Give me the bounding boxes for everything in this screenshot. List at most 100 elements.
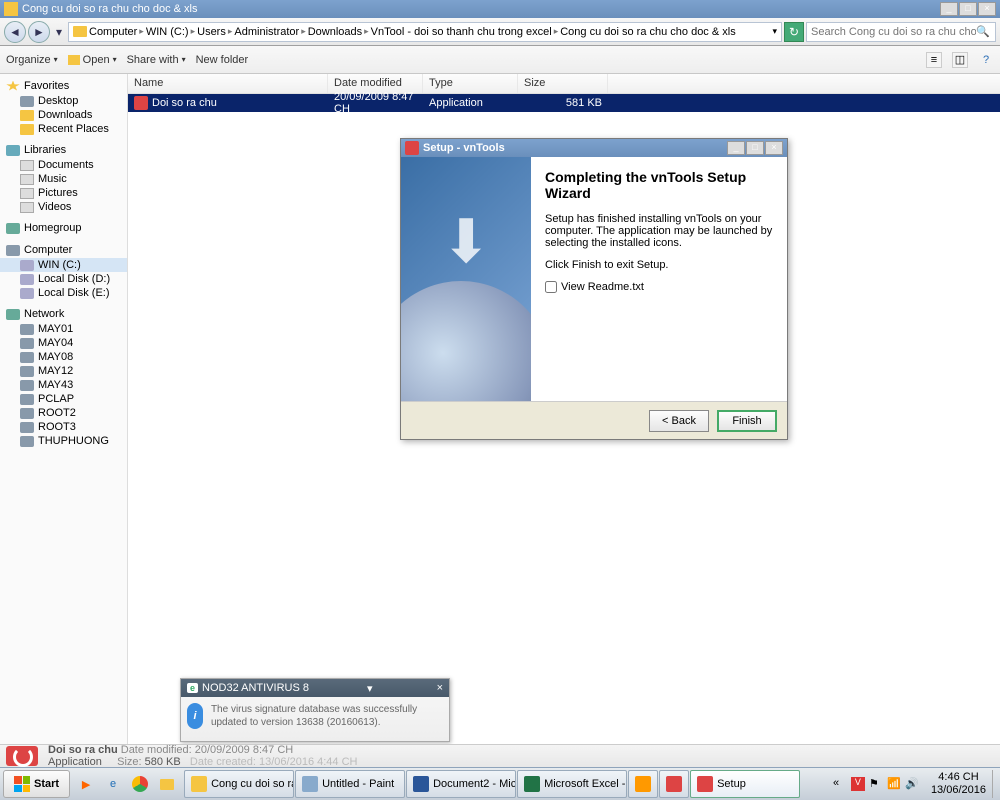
file-large-icon — [6, 746, 38, 766]
sidebar-item-recent[interactable]: Recent Places — [0, 122, 127, 136]
toast-message: The virus signature database was success… — [211, 703, 443, 729]
ql-ie-icon[interactable]: e — [100, 770, 126, 798]
sidebar-item-may12[interactable]: MAY12 — [0, 364, 127, 378]
sidebar-item-videos[interactable]: Videos — [0, 200, 127, 214]
sidebar-item-documents[interactable]: Documents — [0, 158, 127, 172]
close-button[interactable]: × — [978, 2, 996, 16]
sidebar-item-root3[interactable]: ROOT3 — [0, 420, 127, 434]
taskbar-task[interactable]: Setup — [690, 770, 800, 798]
sidebar-item-thuphuong[interactable]: THUPHUONG — [0, 434, 127, 448]
sidebar-item-downloads[interactable]: Downloads — [0, 108, 127, 122]
view-options-button[interactable]: ≡ — [926, 52, 942, 68]
taskbar-task[interactable]: Cong cu doi so ra c... — [184, 770, 294, 798]
sidebar-item-may43[interactable]: MAY43 — [0, 378, 127, 392]
new-folder-button[interactable]: New folder — [196, 54, 249, 66]
dialog-close-button[interactable]: × — [765, 141, 783, 155]
open-button[interactable]: Open▾ — [68, 54, 117, 66]
sidebar-item-music[interactable]: Music — [0, 172, 127, 186]
toast-pin-icon[interactable]: ▾ — [367, 682, 373, 695]
addr-dropdown-icon[interactable]: ▾ — [772, 26, 777, 37]
help-button[interactable]: ? — [978, 52, 994, 68]
address-bar: ◄ ► ▾ Computer▸ WIN (C:)▸ Users▸ Adminis… — [0, 18, 1000, 46]
organize-menu[interactable]: Organize▾ — [6, 54, 58, 66]
command-bar: Organize▾ Open▾ Share with▾ New folder ≡… — [0, 46, 1000, 74]
tray-network-icon[interactable]: 📶 — [887, 777, 901, 791]
ql-chrome-icon[interactable] — [127, 770, 153, 798]
sidebar-item-disk-d[interactable]: Local Disk (D:) — [0, 272, 127, 286]
computer-group[interactable]: Computer — [0, 242, 127, 258]
finish-button[interactable]: Finish — [717, 410, 777, 432]
eset-logo: e — [187, 683, 198, 693]
folder-icon — [4, 2, 18, 16]
toast-close-icon[interactable]: × — [437, 682, 443, 694]
sidebar-item-may01[interactable]: MAY01 — [0, 322, 127, 336]
sidebar-item-pclap[interactable]: PCLAP — [0, 392, 127, 406]
col-name[interactable]: Name — [128, 74, 328, 93]
taskbar-task[interactable]: Document2 - Micro... — [406, 770, 516, 798]
sidebar-item-may04[interactable]: MAY04 — [0, 336, 127, 350]
taskbar-task[interactable] — [659, 770, 689, 798]
breadcrumb[interactable]: Computer▸ WIN (C:)▸ Users▸ Administrator… — [68, 22, 782, 42]
search-input[interactable] — [811, 26, 976, 38]
col-type[interactable]: Type — [423, 74, 518, 93]
dialog-titlebar[interactable]: Setup - vnTools _ □ × — [401, 139, 787, 157]
app-icon — [134, 96, 148, 110]
dialog-minimize-button[interactable]: _ — [727, 141, 745, 155]
eset-notification: e NOD32 ANTIVIRUS 8 ▾ × i The virus sign… — [180, 678, 450, 742]
share-menu[interactable]: Share with▾ — [127, 54, 186, 66]
sidebar-item-may08[interactable]: MAY08 — [0, 350, 127, 364]
view-readme-checkbox[interactable]: View Readme.txt — [545, 281, 773, 293]
setup-dialog: Setup - vnTools _ □ × Completing the vnT… — [400, 138, 788, 440]
history-dropdown[interactable]: ▾ — [52, 21, 66, 43]
ql-media-player-icon[interactable]: ▶ — [73, 770, 99, 798]
column-headers[interactable]: Name Date modified Type Size — [128, 74, 1000, 94]
setup-icon — [405, 141, 419, 155]
network-group[interactable]: Network — [0, 306, 127, 322]
ql-explorer-icon[interactable] — [154, 770, 180, 798]
taskbar-clock[interactable]: 4:46 CH 13/06/2016 — [925, 771, 992, 797]
wizard-text-1: Setup has finished installing vnTools on… — [545, 213, 773, 249]
sidebar-item-pictures[interactable]: Pictures — [0, 186, 127, 200]
toast-title: NOD32 ANTIVIRUS 8 — [202, 682, 309, 694]
system-tray[interactable]: « V ⚑ 📶 🔊 — [827, 777, 925, 791]
taskbar-task[interactable] — [628, 770, 658, 798]
preview-pane-button[interactable]: ◫ — [952, 52, 968, 68]
sidebar-item-disk-e[interactable]: Local Disk (E:) — [0, 286, 127, 300]
info-icon: i — [187, 703, 203, 729]
tray-flag-icon[interactable]: ⚑ — [869, 777, 883, 791]
show-desktop-button[interactable] — [992, 770, 1000, 798]
navigation-pane: Favorites Desktop Downloads Recent Place… — [0, 74, 128, 744]
col-size[interactable]: Size — [518, 74, 608, 93]
folder-icon — [73, 26, 87, 37]
minimize-button[interactable]: _ — [940, 2, 958, 16]
windows-logo-icon — [14, 776, 30, 792]
maximize-button[interactable]: □ — [959, 2, 977, 16]
back-button[interactable]: < Back — [649, 410, 709, 432]
refresh-button[interactable]: ↻ — [784, 22, 804, 42]
tray-sound-icon[interactable]: 🔊 — [905, 777, 919, 791]
window-title: Cong cu doi so ra chu cho doc & xls — [22, 3, 939, 15]
taskbar-task[interactable]: Untitled - Paint — [295, 770, 405, 798]
wizard-heading: Completing the vnTools Setup Wizard — [545, 169, 773, 201]
tray-show-hidden-icon[interactable]: « — [833, 777, 847, 791]
search-box[interactable]: 🔍 — [806, 22, 996, 42]
dialog-maximize-button[interactable]: □ — [746, 141, 764, 155]
taskbar: Start ▶ e Cong cu doi so ra c...Untitled… — [0, 767, 1000, 800]
wizard-text-2: Click Finish to exit Setup. — [545, 259, 773, 271]
tray-unikey-icon[interactable]: V — [851, 777, 865, 791]
details-pane: Doi so ra chu Date modified: 20/09/2009 … — [0, 744, 1000, 767]
window-titlebar: Cong cu doi so ra chu cho doc & xls _ □ … — [0, 0, 1000, 18]
start-button[interactable]: Start — [3, 770, 70, 798]
libraries-group[interactable]: Libraries — [0, 142, 127, 158]
sidebar-item-win-c[interactable]: WIN (C:) — [0, 258, 127, 272]
favorites-group[interactable]: Favorites — [0, 78, 127, 94]
search-icon[interactable]: 🔍 — [976, 25, 991, 38]
file-row[interactable]: Doi so ra chu 20/09/2009 8:47 CH Applica… — [128, 94, 1000, 112]
sidebar-item-desktop[interactable]: Desktop — [0, 94, 127, 108]
taskbar-task[interactable]: Microsoft Excel - B... — [517, 770, 627, 798]
homegroup-group[interactable]: Homegroup — [0, 220, 127, 236]
sidebar-item-root2[interactable]: ROOT2 — [0, 406, 127, 420]
back-button[interactable]: ◄ — [4, 21, 26, 43]
wizard-banner — [401, 157, 531, 401]
forward-button[interactable]: ► — [28, 21, 50, 43]
